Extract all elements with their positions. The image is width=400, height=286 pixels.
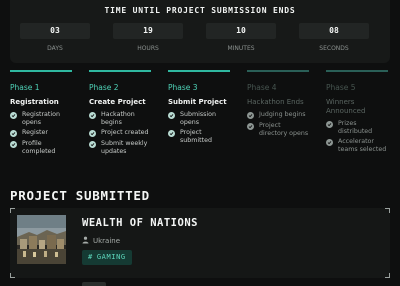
- hours-value: 19: [113, 23, 183, 39]
- days-label: DAYS: [47, 45, 63, 52]
- check-icon: [168, 112, 175, 119]
- phase-item: Hackathon begins: [89, 111, 151, 126]
- phase-number: Phase 3: [168, 83, 198, 92]
- location-text: Ukraine: [93, 237, 121, 245]
- scroll-stub: [82, 282, 106, 286]
- minutes-value: 10: [206, 23, 276, 39]
- check-icon: [89, 130, 96, 137]
- check-icon: [326, 121, 333, 128]
- days-value: 03: [20, 23, 90, 39]
- phase-number: Phase 5: [326, 83, 356, 92]
- phase-progress-bar: [89, 70, 151, 72]
- phase-name: Registration: [10, 98, 59, 106]
- phase-4: Phase 4 Hackathon Ends Judging begins Pr…: [247, 70, 309, 140]
- project-location: Ukraine: [82, 236, 120, 246]
- phase-name: Hackathon Ends: [247, 98, 304, 106]
- check-icon: [247, 112, 254, 119]
- check-icon: [89, 141, 96, 148]
- check-icon: [168, 130, 175, 137]
- countdown-title: TIME UNTIL PROJECT SUBMISSION ENDS: [104, 6, 296, 15]
- card-corner: [385, 208, 390, 213]
- phase-name: Create Project: [89, 98, 146, 106]
- phase-item: Prizes distributed: [326, 120, 388, 135]
- phase-number: Phase 1: [10, 83, 40, 92]
- phase-2: Phase 2 Create Project Hackathon begins …: [89, 70, 151, 158]
- check-icon: [326, 139, 333, 146]
- phase-5: Phase 5 Winners Announced Prizes distrib…: [326, 70, 388, 156]
- phase-item: Judging begins: [247, 111, 309, 119]
- seconds-label: SECONDS: [319, 45, 349, 52]
- check-icon: [89, 112, 96, 119]
- card-corner: [10, 208, 15, 213]
- phase-name: Winners Announced: [326, 98, 366, 115]
- phase-number: Phase 2: [89, 83, 119, 92]
- phase-item: Project submitted: [168, 129, 230, 144]
- seconds-value: 08: [299, 23, 369, 39]
- phase-item: Submit weekly updates: [89, 140, 151, 155]
- hours-label: HOURS: [137, 45, 159, 52]
- check-icon: [10, 130, 17, 137]
- check-icon: [247, 123, 254, 130]
- project-thumbnail[interactable]: [17, 215, 66, 264]
- hash-icon: #: [88, 253, 93, 261]
- countdown-panel: TIME UNTIL PROJECT SUBMISSION ENDS 03 DA…: [10, 0, 390, 63]
- card-corner: [10, 273, 15, 278]
- phase-item: Project created: [89, 129, 151, 137]
- check-icon: [10, 141, 17, 148]
- phase-3: Phase 3 Submit Project Submission opens …: [168, 70, 230, 147]
- section-title: PROJECT SUBMITTED: [10, 188, 150, 203]
- phase-item: Registration opens: [10, 111, 72, 126]
- tag-label: GAMING: [96, 253, 126, 261]
- phase-progress-bar: [326, 70, 388, 72]
- phase-name: Submit Project: [168, 98, 227, 106]
- category-tag[interactable]: # GAMING: [82, 250, 132, 265]
- card-corner: [385, 273, 390, 278]
- project-name[interactable]: WEALTH OF NATIONS: [82, 217, 198, 229]
- phase-progress-bar: [168, 70, 230, 72]
- phase-item: Register: [10, 129, 72, 137]
- project-card[interactable]: WEALTH OF NATIONS Ukraine # GAMING: [10, 208, 390, 278]
- phase-progress-bar: [10, 70, 72, 72]
- phase-item: Accelerator teams selected: [326, 138, 388, 153]
- phase-progress-bar: [247, 70, 309, 72]
- phase-number: Phase 4: [247, 83, 277, 92]
- phase-item: Submission opens: [168, 111, 230, 126]
- person-pin-icon: [82, 236, 89, 246]
- phase-item: Project directory opens: [247, 122, 309, 137]
- check-icon: [10, 112, 17, 119]
- minutes-label: MINUTES: [227, 45, 255, 52]
- phase-item: Profile completed: [10, 140, 72, 155]
- phase-1: Phase 1 Registration Registration opens …: [10, 70, 72, 158]
